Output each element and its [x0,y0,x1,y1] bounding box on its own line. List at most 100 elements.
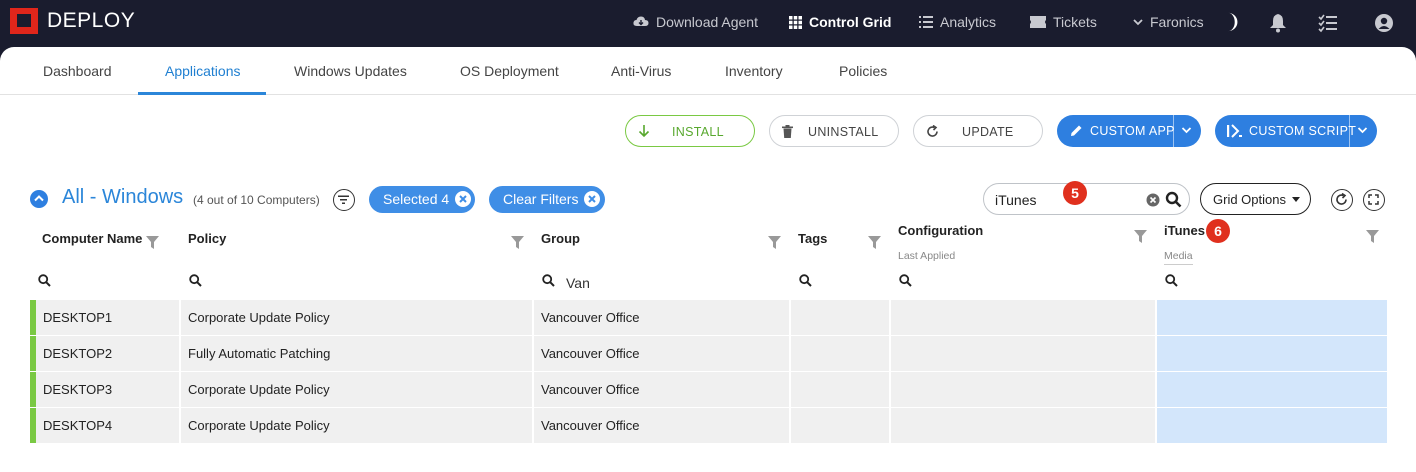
column-filter-icon[interactable] [868,236,881,249]
close-icon [459,195,467,203]
nav-control-grid[interactable]: Control Grid [789,14,891,30]
annotation-badge-6: 6 [1206,219,1230,243]
selected-filter-pill[interactable]: Selected 4 [369,186,475,213]
column-search-icon[interactable] [38,274,51,287]
column-header-group[interactable]: Group [541,231,580,246]
column-filter-icon[interactable] [146,236,159,249]
cell-group[interactable]: Vancouver Office [534,336,791,371]
column-header-tags[interactable]: Tags [798,231,827,246]
column-filter-icon[interactable] [1366,230,1379,243]
table-row[interactable]: DESKTOP4 Corporate Update Policy Vancouv… [30,408,1387,443]
arrow-down-icon [638,125,650,138]
refresh-icon [927,125,938,137]
cell-itunes[interactable] [1157,372,1387,407]
tab-inventory[interactable]: Inventory [725,63,783,79]
column-search-icon[interactable] [189,274,202,287]
remove-selected-button[interactable] [455,191,471,207]
clear-filters-label: Clear Filters [503,191,579,207]
filter-lines-icon [338,195,349,204]
search-icon[interactable] [1165,191,1182,208]
clear-filters-button[interactable] [584,191,600,207]
chevron-down-icon[interactable] [1357,125,1368,135]
column-filter-icon[interactable] [1134,230,1147,243]
chevron-down-icon[interactable] [1181,125,1192,135]
cell-policy[interactable]: Corporate Update Policy [181,372,534,407]
user-avatar-icon[interactable] [1374,13,1394,33]
column-filter-icon[interactable] [768,236,781,249]
cell-group[interactable]: Vancouver Office [534,300,791,335]
column-header-itunes[interactable]: iTunes [1164,223,1205,238]
cell-group[interactable]: Vancouver Office [534,408,791,443]
cell-tags[interactable] [791,336,891,371]
group-filter-value[interactable]: Van [566,275,590,291]
column-header-computer-name[interactable]: Computer Name [42,231,142,246]
dark-mode-icon[interactable] [1222,12,1242,32]
cell-configuration[interactable] [891,408,1157,443]
collapse-group-button[interactable] [30,190,48,208]
cell-computer-name[interactable]: DESKTOP3 [36,372,181,407]
cell-computer-name[interactable]: DESKTOP1 [36,300,181,335]
custom-script-label: CUSTOM SCRIPT [1249,124,1357,138]
cell-group[interactable]: Vancouver Office [534,372,791,407]
nav-tickets[interactable]: Tickets [1030,14,1097,30]
column-search-icon[interactable] [542,274,555,287]
cell-itunes[interactable] [1157,408,1387,443]
cell-configuration[interactable] [891,300,1157,335]
cell-policy[interactable]: Corporate Update Policy [181,408,534,443]
cell-computer-name[interactable]: DESKTOP2 [36,336,181,371]
tab-anti-virus[interactable]: Anti-Virus [611,63,671,79]
install-button[interactable]: INSTALL [625,115,755,147]
status-indicator [30,408,36,443]
deploy-logo[interactable] [10,8,38,34]
ticket-icon [1030,16,1046,28]
table-row[interactable]: DESKTOP1 Corporate Update Policy Vancouv… [30,300,1387,335]
table-row[interactable]: DESKTOP3 Corporate Update Policy Vancouv… [30,372,1387,407]
tasks-icon[interactable] [1318,13,1338,33]
tab-policies[interactable]: Policies [839,63,887,79]
column-subheader-itunes: Media [1164,250,1193,265]
tab-os-deployment[interactable]: OS Deployment [460,63,559,79]
uninstall-button[interactable]: UNINSTALL [769,115,899,147]
nav-faronics[interactable]: Faronics [1133,14,1204,30]
grid-options-dropdown[interactable]: Grid Options [1200,183,1311,215]
cell-tags[interactable] [791,408,891,443]
column-search-icon[interactable] [799,274,812,287]
computer-count: (4 out of 10 Computers) [193,193,320,207]
status-indicator [30,336,36,371]
script-icon [1227,124,1242,138]
grid-search-field[interactable]: iTunes [983,183,1190,215]
column-header-policy[interactable]: Policy [188,231,226,246]
cell-policy[interactable]: Corporate Update Policy [181,300,534,335]
cell-tags[interactable] [791,372,891,407]
column-search-icon[interactable] [1165,274,1178,287]
filter-toggle-button[interactable] [333,189,355,211]
column-search-icon[interactable] [899,274,912,287]
cell-policy[interactable]: Fully Automatic Patching [181,336,534,371]
grid-title[interactable]: All - Windows [62,186,183,209]
custom-app-button[interactable]: CUSTOM APP [1057,115,1201,147]
grid-search-value[interactable]: iTunes [995,192,1037,208]
cell-configuration[interactable] [891,336,1157,371]
table-row[interactable]: DESKTOP2 Fully Automatic Patching Vancou… [30,336,1387,371]
update-button[interactable]: UPDATE [913,115,1043,147]
tab-applications[interactable]: Applications [165,63,241,79]
cell-tags[interactable] [791,300,891,335]
cell-configuration[interactable] [891,372,1157,407]
bell-icon[interactable] [1268,13,1288,33]
nav-download-agent[interactable]: Download Agent [633,14,758,30]
nav-analytics[interactable]: Analytics [919,14,996,30]
cell-itunes[interactable] [1157,336,1387,371]
custom-app-label: CUSTOM APP [1090,124,1175,138]
column-header-configuration[interactable]: Configuration [898,223,983,238]
tab-windows-updates[interactable]: Windows Updates [294,63,407,79]
tab-bar: Dashboard Applications Windows Updates O… [0,47,1416,95]
custom-script-button[interactable]: CUSTOM SCRIPT [1215,115,1377,147]
cell-computer-name[interactable]: DESKTOP4 [36,408,181,443]
tab-dashboard[interactable]: Dashboard [43,63,112,79]
clear-search-icon[interactable] [1146,193,1160,207]
fullscreen-button[interactable] [1363,189,1385,211]
cell-itunes[interactable] [1157,300,1387,335]
clear-filters-pill[interactable]: Clear Filters [489,186,605,213]
column-filter-icon[interactable] [511,236,524,249]
refresh-grid-button[interactable] [1331,189,1353,211]
